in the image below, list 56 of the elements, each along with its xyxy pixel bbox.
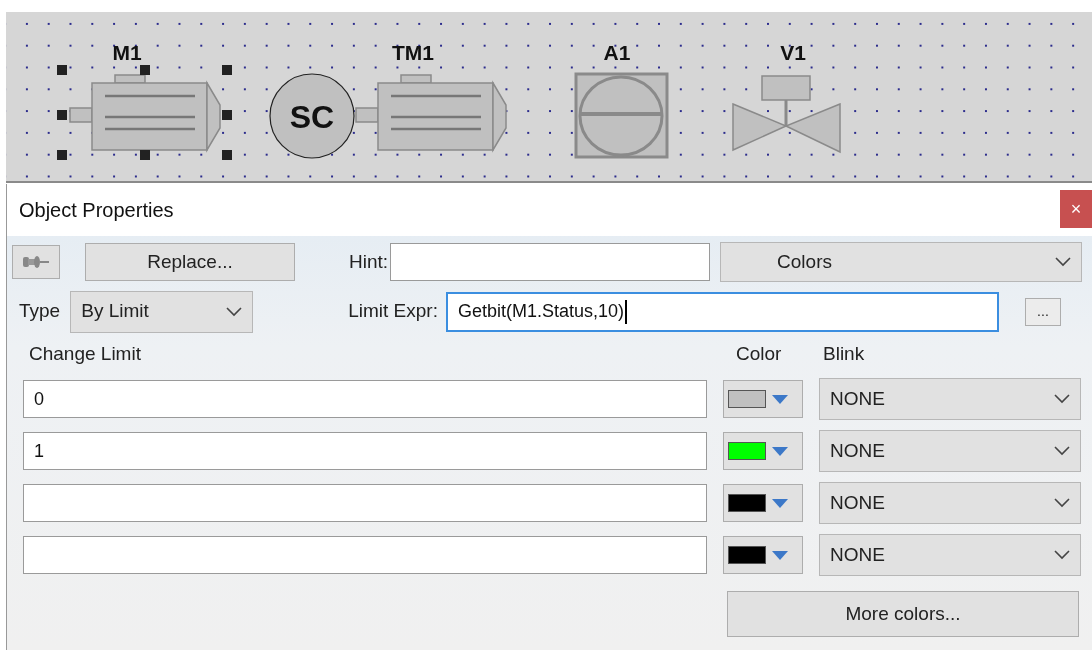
- blink-dropdown[interactable]: NONE: [819, 430, 1081, 472]
- color-picker[interactable]: [723, 536, 803, 574]
- caret-icon: [772, 550, 788, 560]
- limit-field[interactable]: 0: [23, 380, 707, 418]
- blink-dropdown[interactable]: NONE: [819, 378, 1081, 420]
- chevron-down-icon: [226, 306, 243, 317]
- selection-handle[interactable]: [140, 65, 150, 75]
- chevron-down-icon: [1054, 394, 1070, 404]
- type-label: Type: [19, 299, 61, 324]
- object-label: A1: [603, 41, 631, 64]
- color-header: Color: [736, 341, 783, 366]
- motor-symbol[interactable]: [69, 74, 221, 153]
- caret-icon: [772, 498, 788, 508]
- object-label: TM1: [392, 41, 434, 64]
- pin-button[interactable]: [12, 245, 60, 279]
- object-label: M1: [112, 41, 142, 64]
- pushpin-icon: [21, 254, 51, 270]
- selection-handle[interactable]: [222, 150, 232, 160]
- hint-field[interactable]: [390, 243, 711, 281]
- hint-label: Hint:: [349, 249, 389, 274]
- blink-dropdown[interactable]: NONE: [819, 482, 1081, 524]
- analog-symbol[interactable]: [574, 72, 669, 159]
- caret-icon: [772, 394, 788, 404]
- limit-expr-label: Limit Expr:: [348, 299, 438, 324]
- browse-button[interactable]: ...: [1024, 297, 1061, 326]
- selection-handle[interactable]: [57, 110, 67, 120]
- caret-icon: [772, 446, 788, 456]
- category-dropdown[interactable]: Colors: [720, 242, 1083, 282]
- type-dropdown[interactable]: By Limit: [70, 290, 254, 333]
- limit-field[interactable]: [23, 536, 707, 574]
- dialog-title: Object Properties: [19, 198, 174, 223]
- blink-header: Blink: [823, 341, 866, 366]
- color-picker[interactable]: [723, 432, 803, 470]
- color-picker[interactable]: [723, 380, 803, 418]
- chevron-down-icon: [1054, 498, 1070, 508]
- chevron-down-icon: [1055, 257, 1072, 267]
- selection-handle[interactable]: [140, 150, 150, 160]
- object-label: V1: [780, 41, 806, 64]
- selection-handle[interactable]: [222, 110, 232, 120]
- limit-expr-field[interactable]: Getbit(M1.Status,10): [445, 291, 999, 332]
- limit-field[interactable]: [23, 484, 707, 522]
- change-limit-header: Change Limit: [29, 341, 142, 366]
- limit-field[interactable]: 1: [23, 432, 707, 470]
- selection-handle[interactable]: [57, 150, 67, 160]
- blink-dropdown[interactable]: NONE: [819, 534, 1081, 576]
- controller-label: SC: [289, 99, 335, 135]
- color-picker[interactable]: [723, 484, 803, 522]
- chevron-down-icon: [1054, 446, 1070, 456]
- selection-handle[interactable]: [57, 65, 67, 75]
- replace-button[interactable]: Replace...: [85, 243, 295, 281]
- close-button[interactable]: ×: [1060, 190, 1092, 228]
- selection-handle[interactable]: [222, 65, 232, 75]
- chevron-down-icon: [1054, 550, 1070, 560]
- valve-symbol[interactable]: [732, 75, 841, 154]
- controller-circle[interactable]: [269, 73, 355, 159]
- more-colors-button[interactable]: More colors...: [727, 591, 1079, 637]
